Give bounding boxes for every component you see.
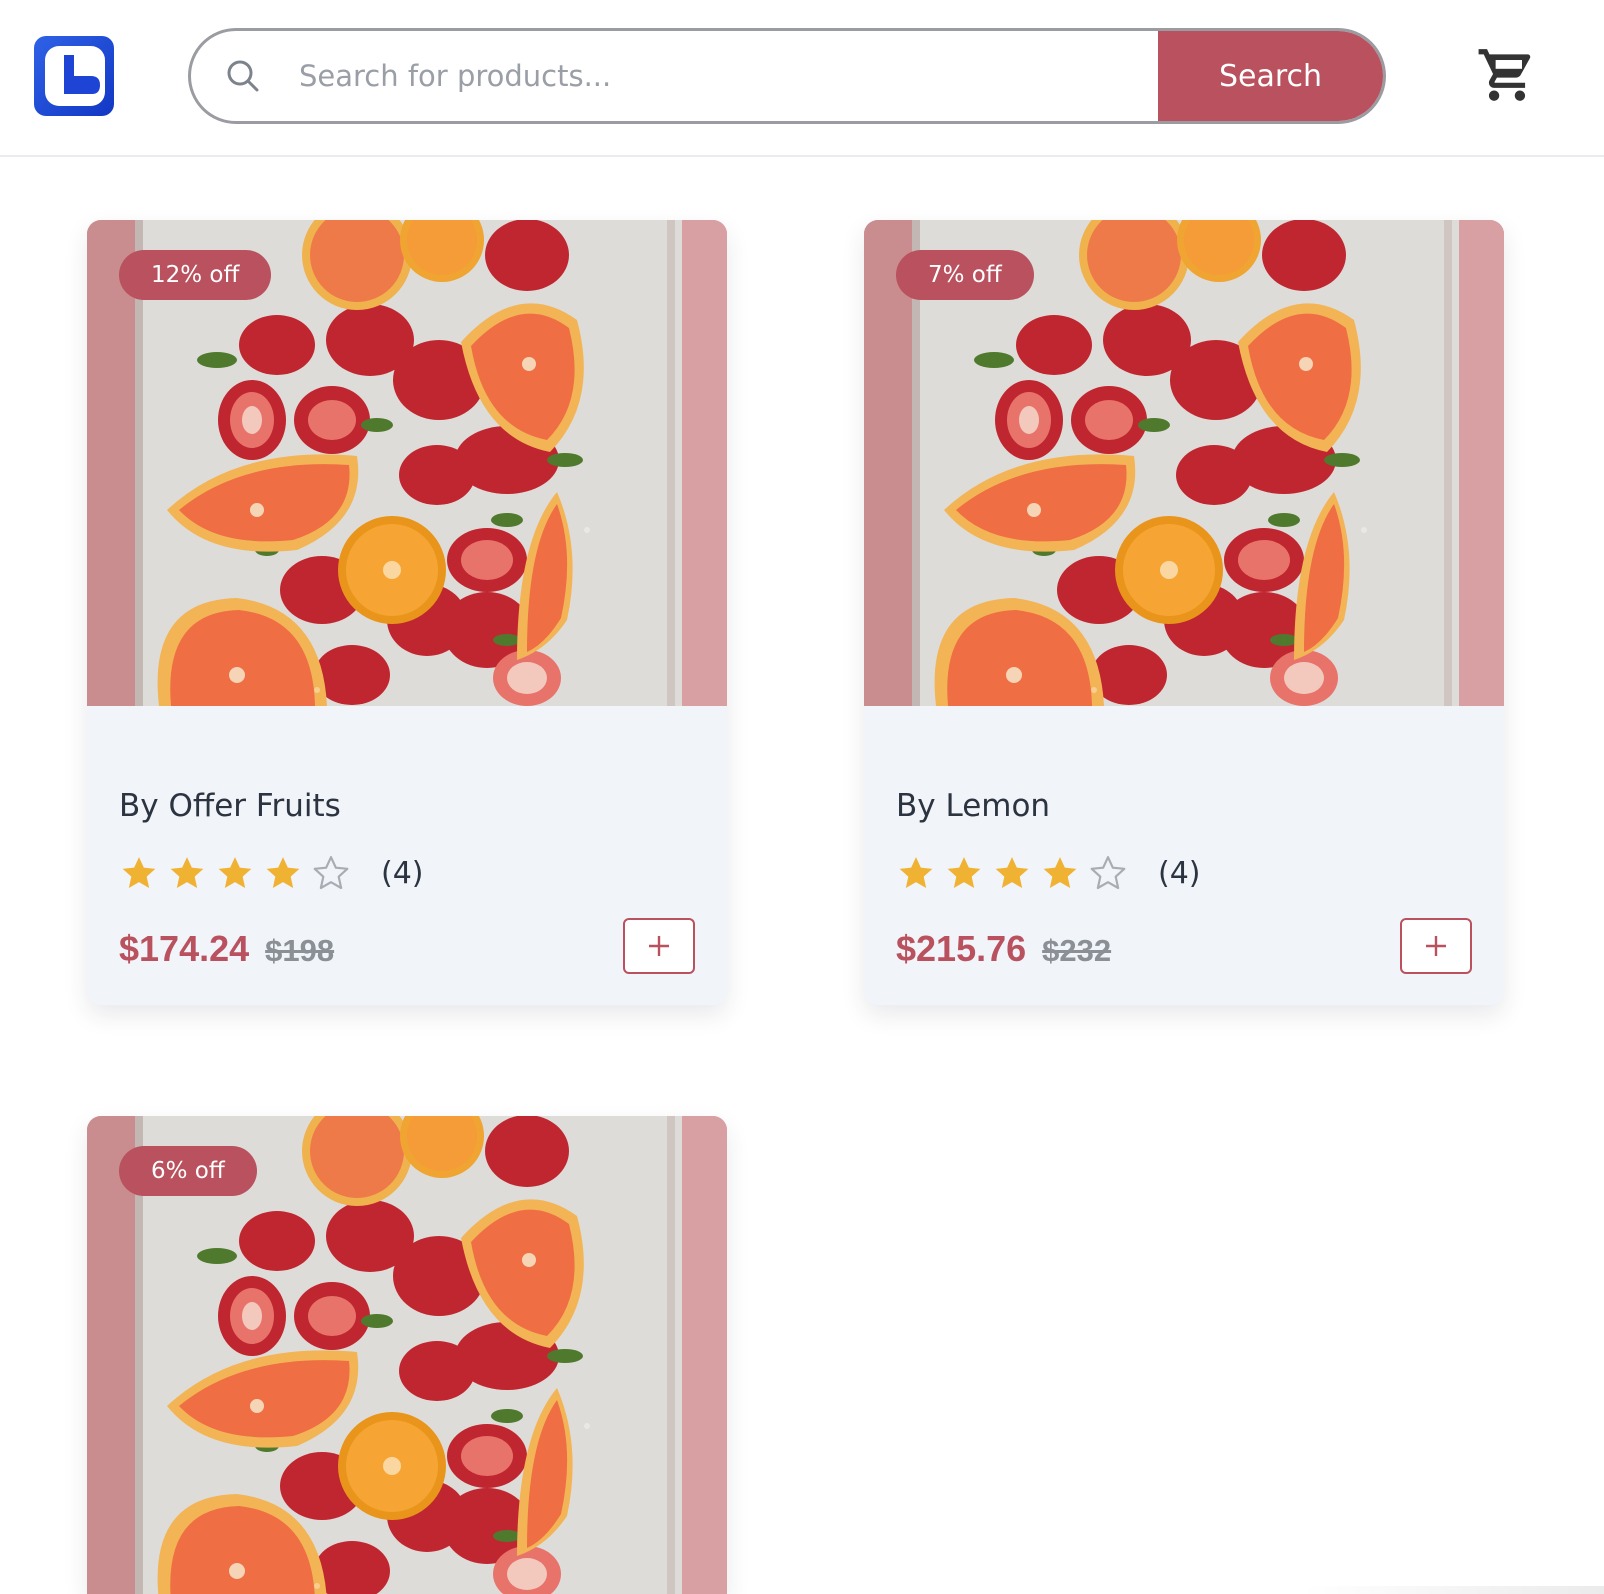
star-icon xyxy=(1043,857,1077,888)
sale-price: $174.24 xyxy=(119,928,250,969)
sale-price: $215.76 xyxy=(896,928,1027,969)
search-icon xyxy=(225,58,261,98)
star-outline-icon xyxy=(313,856,349,890)
add-to-cart-button[interactable] xyxy=(623,918,695,974)
price-row: $215.76 $232 xyxy=(896,928,1111,970)
star-icon xyxy=(947,857,981,888)
star-icon xyxy=(122,857,156,888)
original-price: $232 xyxy=(1042,933,1112,968)
plus-icon xyxy=(649,936,669,956)
rating-count: (4) xyxy=(381,855,424,891)
star-rating: (4) xyxy=(119,848,424,898)
discount-badge: 6% off xyxy=(119,1146,257,1196)
discount-badge: 7% off xyxy=(896,250,1034,300)
scroll-shadow xyxy=(1300,1586,1604,1594)
discount-badge: 12% off xyxy=(119,250,272,300)
shopping-cart-icon[interactable] xyxy=(1476,44,1538,106)
product-card[interactable]: 6% off xyxy=(87,1116,727,1594)
search-button[interactable]: Search xyxy=(1158,31,1383,121)
star-icon xyxy=(218,857,252,888)
product-title[interactable]: By Lemon xyxy=(896,788,1050,824)
top-navigation-bar: Search xyxy=(0,0,1604,157)
price-row: $174.24 $198 xyxy=(119,928,334,970)
product-card[interactable]: 7% off By Lemon (4) $215.76 $232 xyxy=(864,220,1504,1005)
app-logo-icon[interactable] xyxy=(34,36,114,116)
star-outline-icon xyxy=(1090,856,1126,890)
plus-icon xyxy=(1426,936,1446,956)
star-icon xyxy=(995,857,1029,888)
product-card[interactable]: 12% off By Offer Fruits (4) $174.24 $198 xyxy=(87,220,727,1005)
rating-count: (4) xyxy=(1158,855,1201,891)
star-rating: (4) xyxy=(896,848,1201,898)
product-title[interactable]: By Offer Fruits xyxy=(119,788,341,824)
star-icon xyxy=(899,857,933,888)
original-price: $198 xyxy=(265,933,335,968)
search-input[interactable] xyxy=(299,31,1149,121)
star-icon xyxy=(266,857,300,888)
search-bar: Search xyxy=(188,28,1386,124)
add-to-cart-button[interactable] xyxy=(1400,918,1472,974)
star-icon xyxy=(170,857,204,888)
